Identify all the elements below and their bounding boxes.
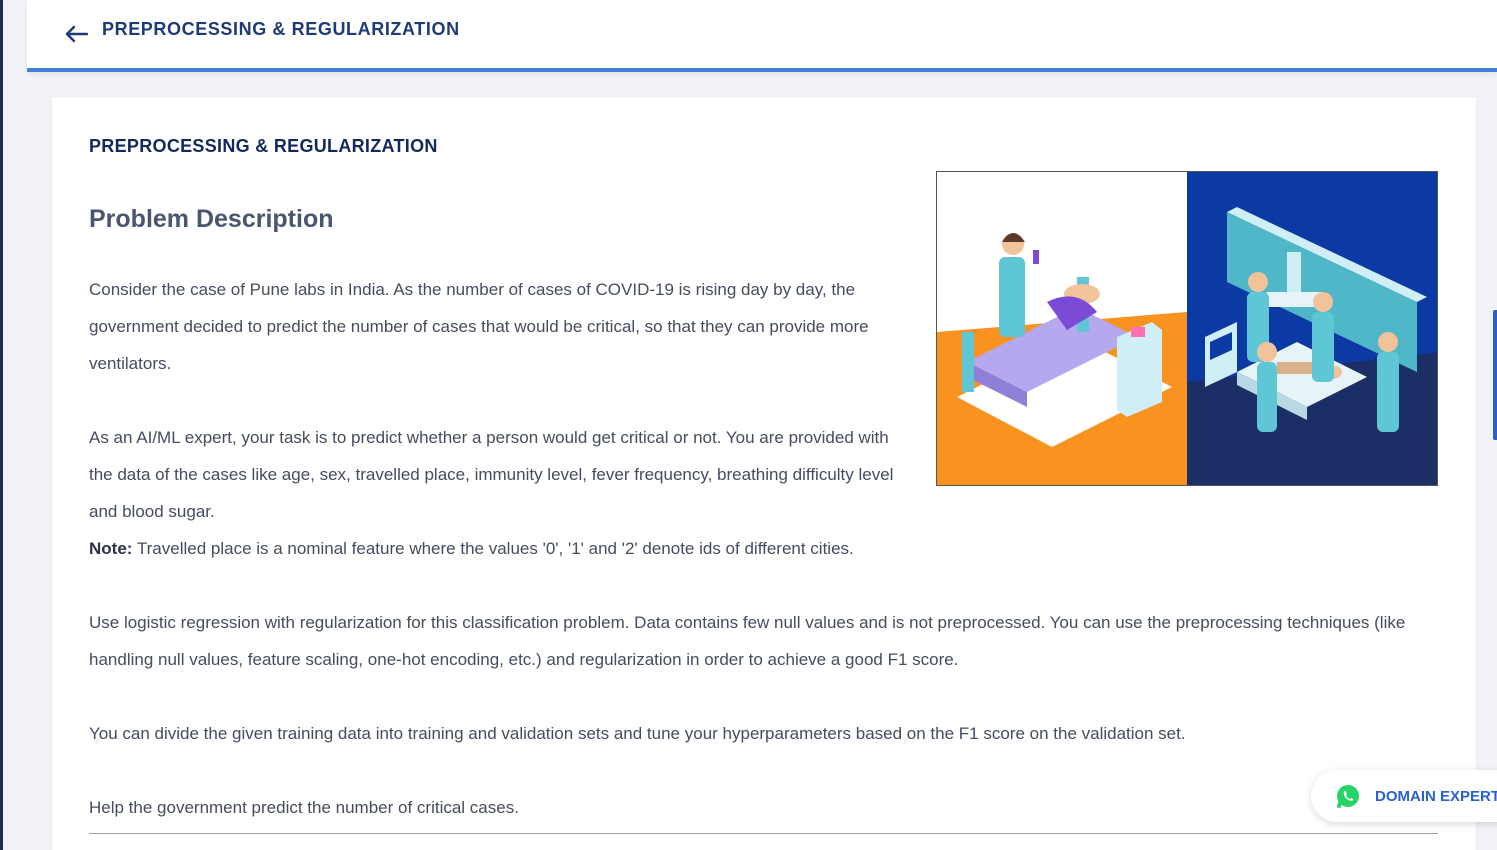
problem-description-title: Problem Description [89,205,334,233]
left-rail [0,0,3,850]
domain-expert-label: DOMAIN EXPERT [1375,788,1497,805]
note-text: Travelled place is a nominal feature whe… [132,539,854,558]
hospital-covid-illustration [936,171,1438,486]
problem-card: PREPROCESSING & REGULARIZATION Problem D… [52,97,1476,850]
note-label: Note: [89,539,133,558]
paragraph-method: Use logistic regression with regularizat… [89,613,1406,669]
paragraph-task: As an AI/ML expert, your task is to pred… [89,419,909,567]
arrow-left-icon[interactable] [63,23,89,43]
domain-expert-button[interactable]: DOMAIN EXPERT [1311,770,1497,822]
paragraph-goal: Help the government predict the number o… [89,798,519,817]
illustration-svg [937,172,1437,485]
task-text: As an AI/ML expert, your task is to pred… [89,428,894,521]
top-header: PREPROCESSING & REGULARIZATION [27,0,1497,72]
card-heading: PREPROCESSING & REGULARIZATION [89,136,438,156]
paragraph-context: Consider the case of Pune labs in India.… [89,280,869,373]
page-title: PREPROCESSING & REGULARIZATION [102,19,460,39]
whatsapp-icon [1337,785,1359,808]
right-edge-tab [1493,310,1497,440]
divider [89,833,1438,834]
paragraph-validation: You can divide the given training data i… [89,724,1186,743]
